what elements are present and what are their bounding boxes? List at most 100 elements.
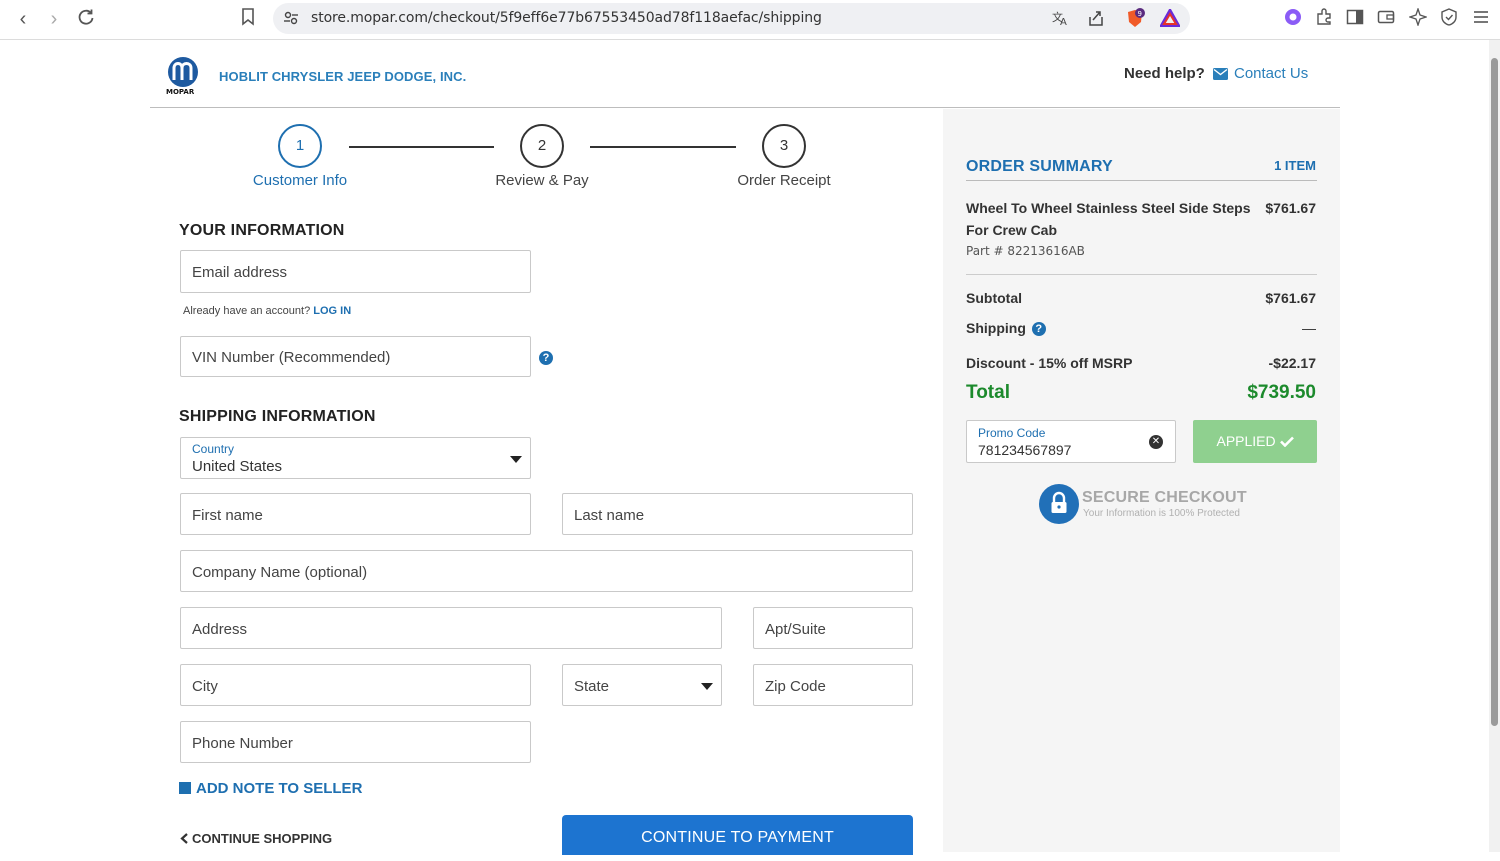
item-name[interactable]: Wheel To Wheel Stainless Steel Side Step… bbox=[966, 197, 1251, 241]
step-connector bbox=[590, 146, 736, 148]
step-2-circle: 2 bbox=[520, 124, 564, 168]
phone-placeholder: Phone Number bbox=[192, 735, 293, 752]
extensions-icon[interactable] bbox=[1315, 8, 1335, 28]
wallet-icon[interactable] bbox=[1377, 8, 1397, 28]
applied-label: APPLIED bbox=[1216, 433, 1276, 449]
need-help-text: Need help? bbox=[1124, 65, 1205, 82]
forward-icon[interactable]: › bbox=[43, 8, 65, 30]
step-connector bbox=[349, 146, 494, 148]
discount-label: Discount - 15% off MSRP bbox=[966, 355, 1133, 371]
dealer-name[interactable]: HOBLIT CHRYSLER JEEP DODGE, INC. bbox=[219, 69, 466, 84]
shipping-value: — bbox=[1302, 320, 1316, 336]
last-name-placeholder: Last name bbox=[574, 507, 645, 524]
share-icon[interactable] bbox=[1087, 9, 1107, 29]
chevron-left-icon bbox=[180, 833, 188, 844]
state-placeholder: State bbox=[574, 678, 610, 695]
total-label: Total bbox=[966, 382, 1010, 403]
translate-icon[interactable]: 文A bbox=[1051, 9, 1071, 29]
vin-field[interactable]: VIN Number (Recommended) bbox=[180, 336, 531, 377]
leo-ai-icon[interactable] bbox=[1284, 8, 1304, 28]
lock-icon bbox=[1039, 484, 1079, 524]
country-value: United States bbox=[192, 458, 283, 475]
first-name-placeholder: First name bbox=[192, 507, 263, 524]
apt-suite-field[interactable]: Apt/Suite bbox=[753, 607, 913, 649]
email-placeholder: Email address bbox=[192, 264, 288, 281]
subtotal-label: Subtotal bbox=[966, 290, 1022, 306]
vpn-shield-icon[interactable] bbox=[1440, 8, 1460, 28]
mopar-logo[interactable]: MOPAR bbox=[164, 56, 204, 96]
site-header: MOPAR HOBLIT CHRYSLER JEEP DODGE, INC. N… bbox=[150, 40, 1340, 108]
secure-checkout-badge: SECURE CHECKOUT Your Information is 100%… bbox=[1039, 484, 1259, 524]
subtotal-value: $761.67 bbox=[1265, 290, 1316, 306]
svg-text:MOPAR: MOPAR bbox=[166, 88, 195, 96]
address-field[interactable]: Address bbox=[180, 607, 722, 649]
chevron-down-icon bbox=[701, 683, 713, 690]
zip-code-field[interactable]: Zip Code bbox=[753, 664, 913, 706]
address-placeholder: Address bbox=[192, 621, 248, 638]
shipping-label: Shipping bbox=[966, 320, 1026, 336]
continue-shopping-link[interactable]: CONTINUE SHOPPING bbox=[180, 831, 332, 846]
item-price: $761.67 bbox=[1265, 200, 1316, 216]
step-1-label: Customer Info bbox=[252, 172, 348, 189]
promo-code-label: Promo Code bbox=[978, 426, 1046, 440]
promo-applied-button[interactable]: APPLIED bbox=[1193, 420, 1317, 463]
item-count: 1 ITEM bbox=[1274, 158, 1316, 173]
vin-placeholder: VIN Number (Recommended) bbox=[192, 349, 391, 366]
state-select[interactable]: State bbox=[562, 664, 722, 706]
chevron-down-icon bbox=[510, 456, 522, 463]
shipping-help-icon[interactable]: ? bbox=[1031, 322, 1046, 336]
secure-checkout-subtitle: Your Information is 100% Protected bbox=[1083, 508, 1240, 519]
address-bar[interactable]: store.mopar.com/checkout/5f9eff6e77b6755… bbox=[273, 3, 1190, 34]
phone-number-field[interactable]: Phone Number bbox=[180, 721, 531, 763]
shipping-row: Shipping ? bbox=[966, 320, 1046, 337]
continue-shopping-label: CONTINUE SHOPPING bbox=[192, 831, 333, 846]
city-field[interactable]: City bbox=[180, 664, 531, 706]
log-in-link[interactable]: LOG IN bbox=[313, 305, 351, 317]
your-information-heading: YOUR INFORMATION bbox=[179, 222, 345, 239]
divider bbox=[966, 274, 1317, 275]
menu-icon[interactable] bbox=[1472, 8, 1492, 28]
step-1-circle: 1 bbox=[278, 124, 322, 168]
divider bbox=[966, 180, 1317, 181]
last-name-field[interactable]: Last name bbox=[562, 493, 913, 535]
sidebar-toggle-icon[interactable] bbox=[1346, 8, 1366, 28]
country-select[interactable]: Country United States bbox=[180, 437, 531, 479]
continue-to-payment-button[interactable]: CONTINUE TO PAYMENT bbox=[562, 815, 913, 855]
svg-text:A: A bbox=[1060, 17, 1067, 27]
sparkle-icon[interactable] bbox=[1407, 6, 1429, 28]
vin-help-icon[interactable]: ? bbox=[539, 351, 553, 365]
total-value: $739.50 bbox=[1247, 382, 1316, 403]
brave-rewards-icon[interactable] bbox=[1158, 7, 1182, 29]
apt-placeholder: Apt/Suite bbox=[765, 621, 826, 638]
back-icon[interactable]: ‹ bbox=[12, 8, 34, 30]
company-name-field[interactable]: Company Name (optional) bbox=[180, 550, 913, 592]
brave-shields-icon[interactable]: 9 bbox=[1124, 8, 1145, 28]
login-prompt: Already have an account? LOG IN bbox=[183, 305, 351, 317]
email-field[interactable]: Email address bbox=[180, 250, 531, 293]
page-scrollbar[interactable] bbox=[1489, 40, 1500, 852]
promo-code-field[interactable]: Promo Code 781234567897 ✕ bbox=[966, 420, 1176, 463]
checkmark-icon bbox=[1279, 436, 1294, 448]
bookmark-icon[interactable] bbox=[237, 8, 259, 30]
shipping-information-heading: SHIPPING INFORMATION bbox=[179, 408, 376, 425]
step-3-circle: 3 bbox=[762, 124, 806, 168]
company-placeholder: Company Name (optional) bbox=[192, 564, 368, 581]
site-settings-icon[interactable] bbox=[283, 10, 299, 26]
contact-us-link[interactable]: Contact Us bbox=[1213, 65, 1308, 82]
country-label: Country bbox=[192, 442, 235, 456]
zip-placeholder: Zip Code bbox=[765, 678, 826, 695]
add-note-to-seller-link[interactable]: ADD NOTE TO SELLER bbox=[179, 780, 362, 797]
contact-us-label: Contact Us bbox=[1234, 65, 1309, 82]
first-name-field[interactable]: First name bbox=[180, 493, 531, 535]
secure-checkout-title: SECURE CHECKOUT bbox=[1082, 489, 1247, 506]
clear-icon[interactable]: ✕ bbox=[1149, 435, 1163, 449]
city-placeholder: City bbox=[192, 678, 218, 695]
envelope-icon bbox=[1213, 68, 1228, 80]
url-text: store.mopar.com/checkout/5f9eff6e77b6755… bbox=[311, 10, 822, 26]
reload-icon[interactable] bbox=[75, 8, 97, 30]
scrollbar-thumb[interactable] bbox=[1491, 58, 1498, 726]
svg-text:9: 9 bbox=[1138, 10, 1142, 18]
step-3-label: Order Receipt bbox=[737, 172, 831, 189]
item-part-number: Part # 82213616AB bbox=[966, 244, 1085, 258]
step-2-label: Review & Pay bbox=[495, 172, 589, 189]
